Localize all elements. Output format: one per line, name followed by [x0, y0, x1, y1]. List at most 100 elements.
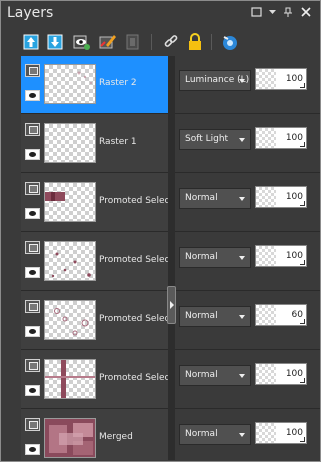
blend-mode-dropdown[interactable]: Normal [179, 188, 251, 209]
chevron-down-icon [239, 315, 245, 319]
toolbar-divider [151, 34, 152, 50]
visibility-eye-icon[interactable] [25, 385, 40, 396]
layers-toolbar [1, 28, 320, 56]
chevron-down-icon [239, 138, 245, 142]
close-icon[interactable] [299, 7, 313, 20]
opacity-field[interactable]: 100 [255, 186, 307, 208]
visibility-eye-icon[interactable] [25, 149, 40, 160]
resize-grip-icon [300, 260, 305, 265]
layer-thumbnail [44, 123, 96, 163]
move-layer-up-icon[interactable] [22, 32, 42, 52]
blend-mode-dropdown[interactable]: Normal [179, 247, 251, 268]
layer-name: Promoted Selection [99, 196, 168, 206]
pin-icon[interactable] [281, 7, 295, 21]
blend-mode-value: Soft Light [185, 134, 229, 144]
chevron-down-icon [239, 433, 245, 437]
dropdown-icon[interactable] [265, 7, 279, 20]
blend-mode-dropdown[interactable]: Normal [179, 424, 251, 445]
layer-group-icon[interactable] [25, 64, 40, 77]
layer-name: Promoted Selection [99, 314, 168, 324]
resize-grip-icon [300, 378, 305, 383]
mask-icon[interactable] [123, 32, 143, 52]
layer-row-left[interactable]: Merged [21, 410, 168, 460]
layer-row-left[interactable]: Raster 2 [21, 56, 168, 114]
blend-mode-dropdown[interactable]: Normal [179, 365, 251, 386]
layer-group-icon[interactable] [25, 241, 40, 254]
blend-mode-dropdown[interactable]: Normal [179, 306, 251, 327]
layer-group-icon[interactable] [25, 300, 40, 313]
blend-mode-dropdown[interactable]: Soft Light [179, 129, 251, 150]
opacity-field[interactable]: 100 [255, 127, 307, 149]
opacity-field[interactable]: 100 [255, 68, 307, 90]
layer-group-icon[interactable] [25, 123, 40, 136]
layers-list: Raster 2 Luminance (L) 100 Raster 1 Soft Lig… [1, 56, 320, 460]
layer-row[interactable]: Promoted Selection Normal 100 [21, 174, 320, 233]
layer-thumbnail [44, 64, 96, 104]
layer-thumbnail [44, 182, 96, 222]
layer-row-left[interactable]: Promoted Selection [21, 174, 168, 232]
blend-mode-dropdown[interactable]: Luminance (L) [179, 70, 251, 91]
layer-row[interactable]: Promoted Selection Normal 100 [21, 351, 320, 410]
layer-row-left[interactable]: Raster 1 [21, 115, 168, 173]
layer-row[interactable]: Merged Normal 100 [21, 410, 320, 460]
opacity-field[interactable]: 100 [255, 245, 307, 267]
link-icon[interactable] [161, 32, 181, 52]
restore-icon[interactable] [249, 7, 263, 20]
visibility-eye-icon[interactable] [25, 326, 40, 337]
layer-name: Merged [99, 432, 133, 442]
blend-mode-value: Normal [185, 429, 218, 439]
layer-name: Raster 1 [99, 137, 137, 147]
resize-grip-icon [300, 319, 305, 324]
resize-grip-icon [300, 83, 305, 88]
layer-row[interactable]: Promoted Selection Normal 100 [21, 233, 320, 292]
layer-row-right: Normal 100 [175, 233, 320, 291]
move-layer-down-icon[interactable] [46, 32, 66, 52]
layer-name: Promoted Selection [99, 255, 168, 265]
blend-mode-value: Normal [185, 252, 218, 262]
layer-row-right: Soft Light 100 [175, 115, 320, 173]
layer-row-left[interactable]: Promoted Selection [21, 292, 168, 350]
layer-row-right: Normal 100 [175, 174, 320, 232]
layer-thumbnail [44, 418, 96, 458]
blend-mode-value: Normal [185, 370, 218, 380]
visibility-eye-icon[interactable] [25, 267, 40, 278]
layer-row-right: Normal 100 [175, 351, 320, 409]
toolbar-divider [211, 34, 212, 50]
layer-name: Promoted Selection [99, 373, 168, 383]
opacity-field[interactable]: 60 [255, 304, 307, 326]
chevron-down-icon [239, 79, 245, 83]
layer-row-right: Normal 100 [175, 410, 320, 460]
chevron-down-icon [239, 197, 245, 201]
layer-row[interactable]: Raster 1 Soft Light 100 [21, 115, 320, 174]
blend-mode-value: Normal [185, 311, 218, 321]
layer-row-right: Normal 60 [175, 292, 320, 350]
visibility-eye-icon[interactable] [25, 444, 40, 455]
layer-thumbnail [44, 241, 96, 281]
layer-group-icon[interactable] [25, 359, 40, 372]
layer-thumbnail [44, 359, 96, 399]
resize-grip-icon [300, 437, 305, 442]
splitter-handle[interactable] [167, 286, 176, 324]
layer-row-left[interactable]: Promoted Selection [21, 233, 168, 291]
lock-icon[interactable] [185, 32, 205, 52]
layer-name: Raster 2 [99, 78, 137, 88]
chevron-down-icon [239, 256, 245, 260]
expand-arrow-icon [170, 301, 174, 309]
layer-row[interactable]: Raster 2 Luminance (L) 100 [21, 56, 320, 115]
layer-thumbnail [44, 300, 96, 340]
visibility-eye-icon[interactable] [25, 208, 40, 219]
opacity-field[interactable]: 100 [255, 363, 307, 385]
resize-grip-icon [300, 201, 305, 206]
edit-layer-icon[interactable] [98, 32, 118, 52]
layer-row-right: Luminance (L) 100 [175, 56, 320, 114]
panel-titlebar[interactable]: Layers [1, 1, 320, 28]
layer-group-icon[interactable] [25, 182, 40, 195]
layer-properties-icon[interactable] [220, 32, 240, 52]
panel-title: Layers [7, 5, 54, 21]
layer-group-icon[interactable] [25, 418, 40, 431]
visibility-toggle-icon[interactable] [72, 32, 92, 52]
opacity-field[interactable]: 100 [255, 422, 307, 444]
chevron-down-icon [239, 374, 245, 378]
visibility-eye-icon[interactable] [25, 90, 40, 101]
layer-row-left[interactable]: Promoted Selection [21, 351, 168, 409]
